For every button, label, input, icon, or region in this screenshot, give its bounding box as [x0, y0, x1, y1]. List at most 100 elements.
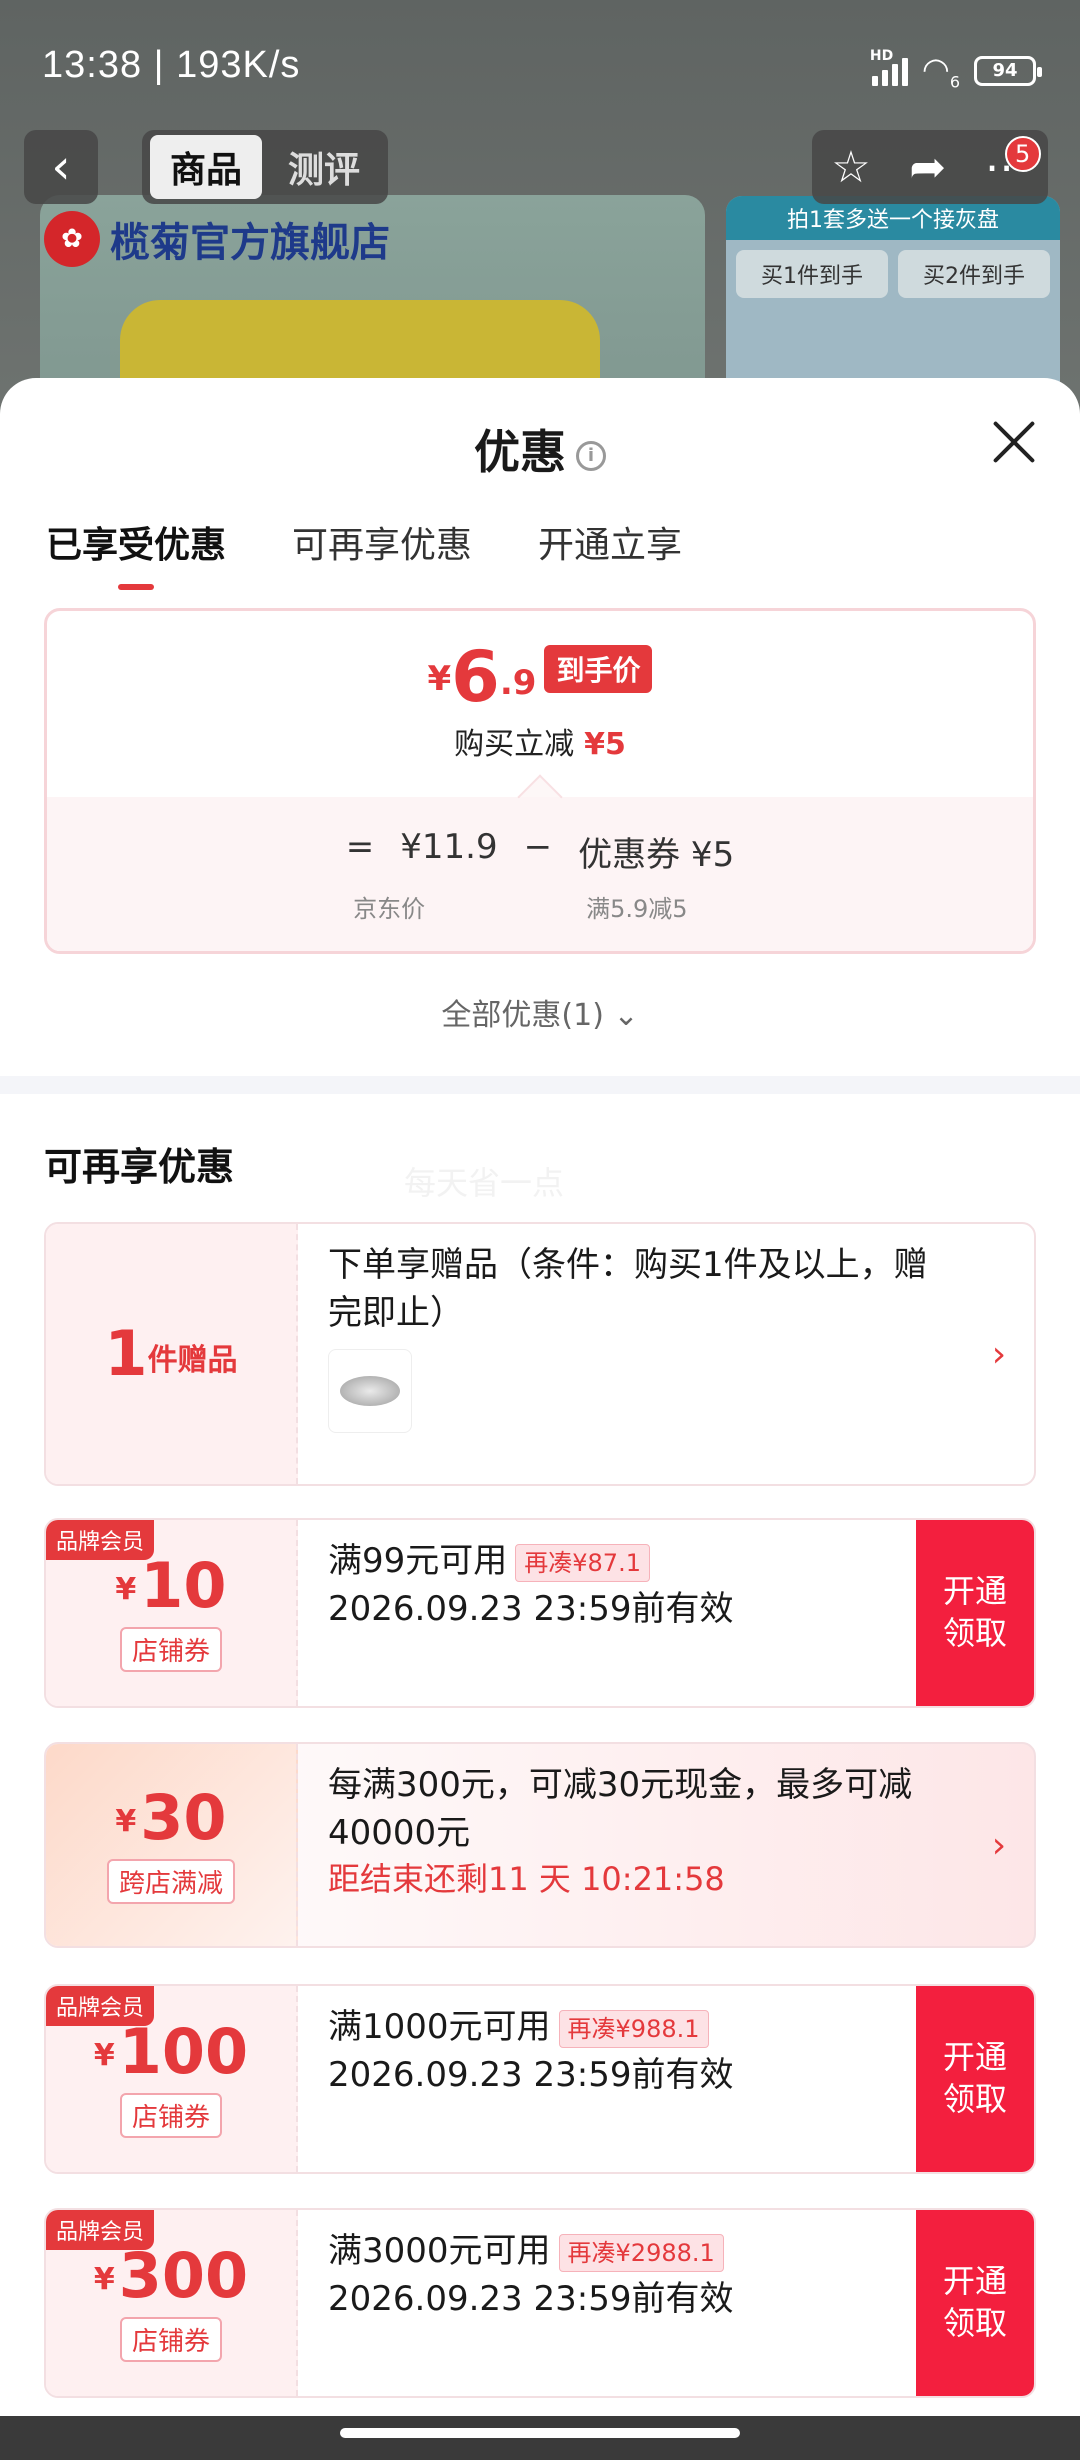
member-badge: 品牌会员	[46, 1986, 155, 2026]
gift-thumbnail	[328, 1349, 412, 1434]
nav-actions: ☆ ➦ ⋯ 5	[812, 130, 1048, 204]
section-divider	[0, 1076, 1080, 1094]
coupon-type: 店铺券	[119, 2092, 222, 2138]
home-indicator[interactable]	[340, 2428, 740, 2438]
jd-price: ¥11.9	[400, 827, 498, 867]
coupon-condition: 满1000元可用	[328, 2007, 551, 2047]
coupon-gap: 再凑¥988.1	[558, 2009, 709, 2048]
price-int: 6	[451, 636, 500, 718]
activate-claim-button[interactable]: 开通 领取	[916, 1986, 1034, 2172]
store-name: ✿ 榄菊官方旗舰店	[44, 210, 390, 268]
claim-label: 领取	[942, 1614, 1007, 1652]
activate-label: 开通	[942, 2038, 1007, 2077]
member-badge: 品牌会员	[46, 2210, 155, 2250]
coupon-type: 店铺券	[119, 2316, 222, 2362]
coupon-validity: 2026.09.23 23:59前有效	[328, 1588, 734, 1629]
coupon-condition: 满3000元可用	[328, 2231, 551, 2271]
price-yen: ¥	[427, 659, 452, 699]
promo-buy2: 买2件到手	[898, 250, 1050, 298]
tab-enjoyed[interactable]: 已享受优惠	[46, 516, 226, 590]
tab-membership[interactable]: 开通立享	[538, 516, 682, 590]
chevron-right-icon: ›	[991, 1333, 1007, 1375]
coupon-card: 品牌会员 ¥10 店铺券 满99元可用 再凑¥87.1 2026.09.23 23…	[44, 1518, 1036, 1708]
gift-text: 下单享赠品（条件：购买1件及以上，赠完即止）	[328, 1245, 928, 1333]
sheet-title: 优惠	[474, 425, 566, 479]
coupon-yen: ¥	[115, 1571, 137, 1607]
coupon-condition: 满99元可用	[328, 1541, 508, 1581]
tab-goods[interactable]: 商品	[150, 135, 263, 199]
countdown-timer: 距结束还剩11 天 10:21:58	[328, 1860, 725, 1899]
hd-label: HD	[869, 47, 894, 64]
store-logo-icon: ✿	[44, 211, 100, 267]
coupon-amount: 300	[118, 2238, 249, 2312]
more-icon[interactable]: ⋯ 5	[985, 135, 1041, 193]
share-icon[interactable]: ➦	[909, 142, 946, 193]
coupon-card: 品牌会员 ¥100 店铺券 满1000元可用 再凑¥988.1 2026.09.2…	[44, 1984, 1036, 2174]
signal-icon: HD	[870, 48, 908, 86]
back-button[interactable]: ‹	[24, 130, 98, 204]
close-icon[interactable]	[990, 418, 1038, 466]
status-time: 13:38 | 193K/s	[42, 44, 301, 86]
promo-buy1: 买1件到手	[736, 250, 888, 298]
coupon-gap: 再凑¥2988.1	[558, 2233, 724, 2272]
coupon-amount: 10	[140, 1548, 227, 1622]
tab-review[interactable]: 测评	[268, 135, 380, 199]
activate-label: 开通	[942, 2262, 1007, 2301]
final-price-box: ¥ 6 .9 到手价 购买立减 ¥5 = ¥11.9 − 优惠券 ¥5 京东价 满…	[44, 608, 1036, 954]
instant-discount-label: 购买立减	[454, 727, 575, 762]
coupon-card: 品牌会员 ¥300 店铺券 满3000元可用 再凑¥2988.1 2026.09.…	[44, 2208, 1036, 2398]
claim-label: 领取	[942, 2304, 1007, 2342]
coupon-gap: 再凑¥87.1	[515, 1543, 650, 1582]
member-badge: 品牌会员	[46, 1520, 155, 1560]
watermark: 每天省一点	[404, 1164, 565, 1202]
instant-discount-value: ¥5	[584, 727, 626, 762]
discount-sheet: 优惠 i 已享受优惠 可再享优惠 开通立享 ¥ 6 .9 到手价 购买立减 ¥5 =…	[0, 378, 1080, 2418]
discount-tabs: 已享受优惠 可再享优惠 开通立享	[46, 516, 682, 590]
nav-tabs: 商品 测评	[142, 130, 389, 204]
cross-description: 每满300元，可减30元现金，最多可减40000元	[328, 1765, 913, 1853]
activate-claim-button[interactable]: 开通 领取	[916, 2210, 1034, 2396]
gift-count: 1	[104, 1317, 148, 1390]
all-discounts-label: 全部优惠(1)	[441, 998, 604, 1033]
equals-sign: =	[345, 827, 375, 867]
activate-claim-button[interactable]: 开通 领取	[916, 1520, 1034, 1706]
info-icon[interactable]: i	[576, 440, 606, 471]
claim-label: 领取	[942, 2080, 1007, 2118]
all-discounts-link[interactable]: 全部优惠(1) ⌄	[0, 990, 1080, 1034]
wifi-label: 6	[949, 72, 960, 92]
gift-unit: 件赠品	[147, 1343, 238, 1378]
chevron-down-icon: ⌄	[613, 998, 639, 1033]
final-price: ¥ 6 .9 到手价	[47, 636, 1033, 718]
notification-badge: 5	[1004, 135, 1041, 172]
price-breakdown: = ¥11.9 − 优惠券 ¥5 京东价 满5.9减5	[47, 774, 1033, 951]
final-price-tag: 到手价	[544, 645, 653, 693]
gift-card[interactable]: 1 件赠品 下单享赠品（条件：购买1件及以上，赠完即止） ›	[44, 1222, 1036, 1486]
coupon-yen: ¥	[93, 2261, 115, 2297]
cross-amount: 30	[140, 1780, 227, 1854]
battery-icon: 94	[974, 55, 1042, 86]
wifi-icon: ◠6	[921, 50, 960, 92]
favorite-star-icon[interactable]: ☆	[831, 142, 870, 193]
cross-store-card[interactable]: ¥30 跨店满减 每满300元，可减30元现金，最多可减40000元 距结束还剩…	[44, 1742, 1036, 1948]
status-icons: HD ◠6 94	[870, 48, 1042, 92]
section-title: 可再享优惠	[44, 1145, 235, 1189]
coupon-condition-label: 满5.9减5	[586, 895, 688, 923]
sheet-title-row: 优惠 i	[0, 416, 1080, 482]
coupon-amount: 100	[118, 2014, 249, 2088]
coupon-validity: 2026.09.23 23:59前有效	[328, 2054, 734, 2095]
tab-available[interactable]: 可再享优惠	[292, 516, 472, 590]
cross-yen: ¥	[115, 1803, 137, 1839]
coupon-deduction: 优惠券 ¥5	[578, 835, 735, 875]
activate-label: 开通	[942, 1572, 1007, 1611]
coupon-validity: 2026.09.23 23:59前有效	[328, 2278, 734, 2319]
chevron-right-icon: ›	[991, 1824, 1007, 1866]
store-name-text: 榄菊官方旗舰店	[110, 220, 390, 266]
instant-discount: 购买立减 ¥5	[47, 719, 1033, 763]
cross-type: 跨店满减	[106, 1858, 235, 1904]
bottom-bar	[0, 2416, 1080, 2460]
chevron-left-icon: ‹	[51, 139, 71, 195]
coupon-yen: ¥	[93, 2037, 115, 2073]
jd-price-label: 京东价	[353, 895, 426, 923]
price-dec: .9	[499, 663, 537, 703]
minus-sign: −	[523, 827, 553, 867]
